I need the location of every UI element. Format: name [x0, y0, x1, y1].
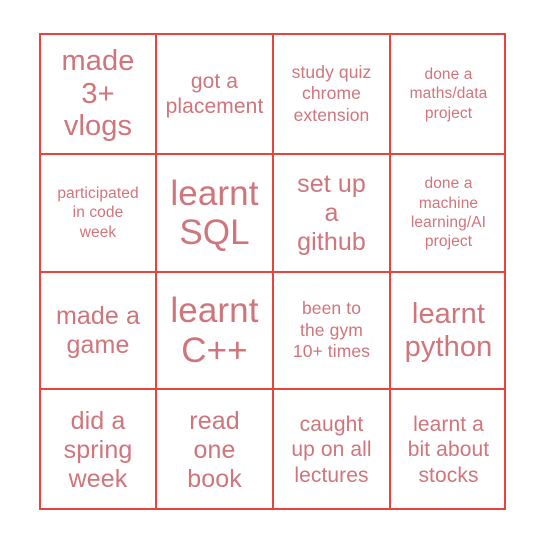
bingo-cell-label: done a maths/data project: [409, 65, 488, 122]
bingo-cell[interactable]: made a game: [41, 273, 157, 390]
bingo-cell[interactable]: study quiz chrome extension: [274, 35, 391, 155]
bingo-cell-label: read one book: [187, 406, 242, 493]
bingo-cell[interactable]: made 3+ vlogs: [41, 35, 157, 155]
bingo-cell[interactable]: set up a github: [274, 155, 391, 273]
bingo-cell-label: learnt a bit about stocks: [407, 413, 490, 487]
bingo-cell[interactable]: learnt SQL: [157, 155, 274, 273]
bingo-cell[interactable]: learnt a bit about stocks: [391, 390, 506, 510]
bingo-card-grid: made 3+ vlogs got a placement study quiz c…: [39, 33, 506, 510]
bingo-cell-label: made a game: [56, 301, 140, 359]
bingo-cell[interactable]: caught up on all lectures: [274, 390, 391, 510]
bingo-cell-label: participated in code week: [57, 184, 139, 241]
bingo-cell-label: study quiz chrome extension: [291, 61, 372, 125]
bingo-cell-label: done a machine learning/AI project: [410, 175, 487, 251]
bingo-cell-label: got a placement: [165, 69, 264, 118]
bingo-cell[interactable]: done a maths/data project: [391, 35, 506, 155]
bingo-cell-label: learnt SQL: [170, 173, 259, 252]
bingo-cell-label: set up a github: [297, 169, 366, 256]
bingo-cell-label: been to the gym 10+ times: [292, 298, 371, 362]
bingo-cell-label: learnt python: [404, 297, 493, 363]
bingo-cell[interactable]: got a placement: [157, 35, 274, 155]
bingo-cell[interactable]: learnt C++: [157, 273, 274, 390]
bingo-cell[interactable]: been to the gym 10+ times: [274, 273, 391, 390]
bingo-cell[interactable]: read one book: [157, 390, 274, 510]
bingo-cell[interactable]: learnt python: [391, 273, 506, 390]
bingo-cell[interactable]: participated in code week: [41, 155, 157, 273]
bingo-cell[interactable]: done a machine learning/AI project: [391, 155, 506, 273]
bingo-cell[interactable]: did a spring week: [41, 390, 157, 510]
bingo-cell-label: caught up on all lectures: [291, 413, 372, 487]
bingo-cell-label: learnt C++: [170, 291, 259, 370]
bingo-cell-label: did a spring week: [63, 406, 133, 493]
bingo-cell-label: made 3+ vlogs: [61, 44, 135, 143]
